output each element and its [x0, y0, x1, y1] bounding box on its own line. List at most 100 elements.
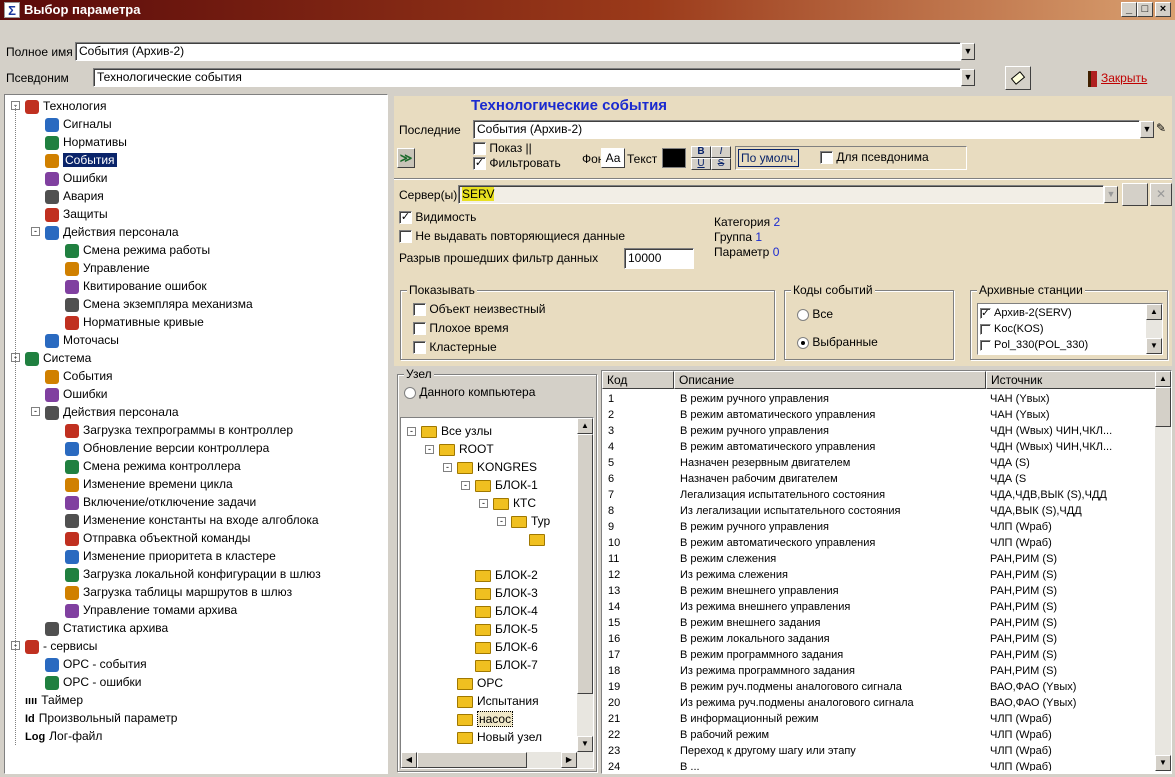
- scroll-down-icon[interactable]: ▼: [1146, 338, 1162, 354]
- tree-expander[interactable]: -: [31, 407, 40, 416]
- scroll-thumb[interactable]: [577, 434, 593, 694]
- node-tree-item[interactable]: Испытания: [457, 692, 539, 710]
- tree-item[interactable]: События: [45, 151, 117, 169]
- table-row[interactable]: 12 Из режима слежения РАН,РИМ (S): [602, 567, 1155, 583]
- tree-item[interactable]: Управление: [65, 259, 150, 277]
- tree-item[interactable]: Действия персонала: [45, 403, 179, 421]
- bold-button[interactable]: B: [691, 146, 711, 158]
- tree-item[interactable]: Авария: [45, 187, 104, 205]
- node-tree-item[interactable]: БЛОК-7: [475, 656, 538, 674]
- server-browse-button[interactable]: [1122, 183, 1148, 206]
- node-tree-panel[interactable]: - Все узлы - ROOT - KONGRES - БЛОК-1- КТС - Тур БЛО…: [400, 417, 594, 769]
- node-tree-item[interactable]: насос: [457, 710, 514, 728]
- local-computer-option[interactable]: Данного компьютера: [404, 385, 535, 399]
- node-tree-item[interactable]: Тур: [511, 512, 550, 530]
- italic-button[interactable]: I: [711, 146, 731, 158]
- scroll-up-icon[interactable]: ▲: [577, 418, 593, 434]
- codes-all-radio[interactable]: [797, 308, 809, 321]
- tree-item[interactable]: Технология: [25, 97, 107, 115]
- scroll-down-icon[interactable]: ▼: [577, 736, 593, 752]
- table-row[interactable]: 13 В режим внешнего управления РАН,РИМ (S): [602, 583, 1155, 599]
- node-tree-item[interactable]: БЛОК-5: [475, 620, 538, 638]
- node-tree-item[interactable]: КТС: [493, 494, 536, 512]
- minimize-button[interactable]: _: [1121, 2, 1137, 17]
- node-tree-item[interactable]: OPC: [457, 674, 503, 692]
- table-row[interactable]: 21 В информационный режим ЧЛП (Wраб): [602, 711, 1155, 727]
- table-row[interactable]: 22 В рабочий режим ЧЛП (Wраб): [602, 727, 1155, 743]
- tree-item[interactable]: Действия персонала: [45, 223, 179, 241]
- scroll-right-icon[interactable]: ▶: [561, 752, 577, 768]
- node-tree-item[interactable]: Все узлы: [421, 422, 492, 440]
- tree-item[interactable]: OPC - события: [45, 655, 147, 673]
- archive-scrollbar[interactable]: ▲ ▼: [1146, 304, 1162, 354]
- bg-color-button[interactable]: Аа: [601, 148, 625, 168]
- node-tree-item[interactable]: БЛОК-6: [475, 638, 538, 656]
- tree-item[interactable]: Смена режима контроллера: [65, 457, 241, 475]
- table-row[interactable]: 24 В ... ЧЛП (Wраб): [602, 759, 1155, 771]
- bad-time-option[interactable]: Плохое время: [413, 321, 509, 336]
- tree-item[interactable]: Загрузка таблицы маршрутов в шлюз: [65, 583, 292, 601]
- unknown-object-option[interactable]: Объект неизвестный: [413, 302, 545, 317]
- archive-station-item[interactable]: Koc(KOS): [980, 321, 1144, 337]
- maximize-button[interactable]: □: [1137, 2, 1153, 17]
- filter-option[interactable]: ✓ Фильтровать: [473, 156, 561, 171]
- archive-list[interactable]: ✓ Архив-2(SERV) Koc(KOS) Pol_330(POL_330) ▲…: [977, 303, 1163, 355]
- tree-expander[interactable]: -: [31, 227, 40, 236]
- server-dropdown-button[interactable]: ▼: [1104, 186, 1118, 203]
- unknown-object-checkbox[interactable]: [413, 303, 426, 317]
- last-eraser-icon[interactable]: ✎: [1156, 121, 1172, 138]
- archive-station-checkbox[interactable]: ✓: [980, 307, 991, 319]
- scroll-up-icon[interactable]: ▲: [1146, 304, 1162, 320]
- node-tree-item[interactable]: БЛОК-1: [475, 476, 538, 494]
- tree-item[interactable]: Id Произвольный параметр: [25, 709, 177, 727]
- no-repeat-checkbox[interactable]: [399, 230, 412, 244]
- local-computer-radio[interactable]: [404, 386, 416, 399]
- tree-item[interactable]: Log Лог-файл: [25, 727, 102, 745]
- archive-station-item[interactable]: Pol_330(POL_330): [980, 337, 1144, 353]
- tree-item[interactable]: - сервисы: [25, 637, 97, 655]
- tree-item[interactable]: Квитирование ошибок: [65, 277, 207, 295]
- table-row[interactable]: 6 Назначен рабочим двигателем ЧДА (S: [602, 471, 1155, 487]
- bad-time-checkbox[interactable]: [413, 322, 426, 336]
- close-window-button[interactable]: ×: [1155, 2, 1171, 17]
- left-tree-panel[interactable]: - Технология Сигналы Нормативы События Ошибки…: [4, 94, 388, 774]
- node-tree-item[interactable]: KONGRES: [457, 458, 537, 476]
- fullname-dropdown-button[interactable]: ▼: [961, 43, 975, 60]
- tree-item[interactable]: Включение/отключение задачи: [65, 493, 256, 511]
- table-row[interactable]: 9 В режим ручного управления ЧЛП (Wраб): [602, 519, 1155, 535]
- server-clear-button[interactable]: ✕: [1150, 183, 1172, 206]
- tree-item[interactable]: Отправка объектной команды: [65, 529, 250, 547]
- tree-item[interactable]: Изменение времени цикла: [65, 475, 233, 493]
- visibility-checkbox[interactable]: ✓: [399, 211, 412, 225]
- node-tree-item[interactable]: БЛОК-4: [475, 602, 538, 620]
- default-style-button[interactable]: По умолч.: [738, 149, 800, 167]
- tree-item[interactable]: Обновление версии контроллера: [65, 439, 269, 457]
- table-row[interactable]: 19 В режим руч.подмены аналогового сигнал…: [602, 679, 1155, 695]
- show-option[interactable]: Показ ||: [473, 141, 532, 156]
- close-link[interactable]: Закрыть: [1088, 66, 1147, 90]
- table-row[interactable]: 16 В режим локального задания РАН,РИМ (S): [602, 631, 1155, 647]
- table-row[interactable]: 4 В режим автоматического управления ЧДН (…: [602, 439, 1155, 455]
- table-row[interactable]: 17 В режим программного задания РАН,РИМ (S…: [602, 647, 1155, 663]
- no-repeat-option[interactable]: Не выдавать повторяющиеся данные: [399, 229, 625, 244]
- events-scrollbar[interactable]: ▲ ▼: [1155, 371, 1171, 771]
- node-tree-item[interactable]: ROOT: [439, 440, 494, 458]
- cluster-option[interactable]: Кластерные: [413, 340, 497, 355]
- col-source-header[interactable]: Источник: [986, 371, 1156, 389]
- node-expander[interactable]: -: [479, 499, 488, 508]
- tree-item[interactable]: Загрузка техпрограммы в контроллер: [65, 421, 293, 439]
- tree-item[interactable]: ıııı Таймер: [25, 691, 83, 709]
- visibility-option[interactable]: ✓ Видимость: [399, 210, 476, 225]
- table-row[interactable]: 20 Из режима руч.подмены аналогового сигн…: [602, 695, 1155, 711]
- table-row[interactable]: 14 Из режима внешнего управления РАН,РИМ (…: [602, 599, 1155, 615]
- archive-station-checkbox[interactable]: [980, 339, 991, 351]
- for-alias-checkbox[interactable]: [820, 151, 833, 165]
- node-tree-hscrollbar[interactable]: ◀ ▶: [401, 752, 593, 768]
- text-color-swatch[interactable]: [662, 148, 686, 168]
- node-tree-item[interactable]: Новый узел: [457, 728, 542, 746]
- table-row[interactable]: 1 В режим ручного управления ЧАН (Yвых): [602, 391, 1155, 407]
- codes-selected-option[interactable]: Выбранные: [797, 335, 878, 349]
- codes-all-option[interactable]: Все: [797, 307, 833, 321]
- tree-item[interactable]: Смена режима работы: [65, 241, 210, 259]
- alias-input[interactable]: Технологические события: [93, 68, 961, 87]
